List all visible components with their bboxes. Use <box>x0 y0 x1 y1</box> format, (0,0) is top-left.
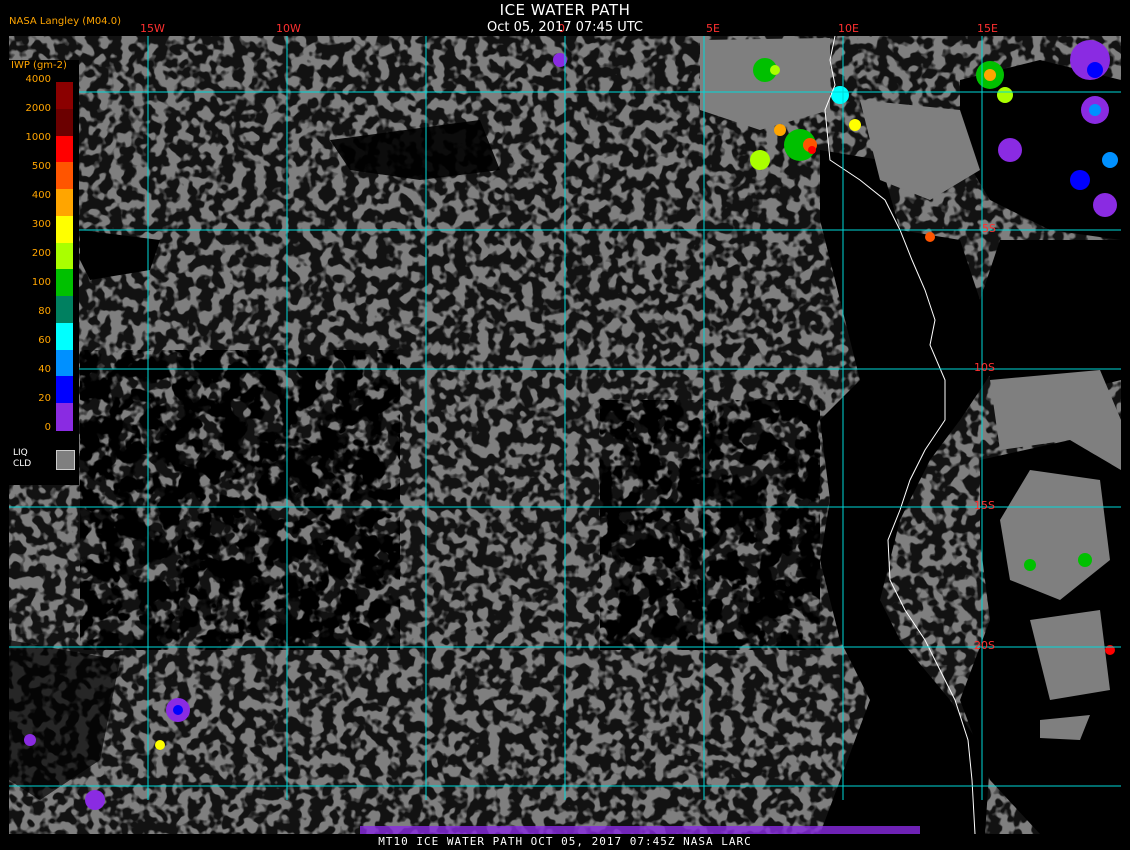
legend-label: 400 <box>31 190 51 201</box>
legend-label: 300 <box>31 219 51 230</box>
footer-caption: MT10 ICE WATER PATH OCT 05, 2017 07:45Z … <box>378 835 752 848</box>
legend-swatch <box>56 269 73 298</box>
legend-label: 500 <box>31 161 51 172</box>
legend-swatch <box>56 349 73 378</box>
liq-cloud-label: LIQ CLD <box>13 448 32 469</box>
legend-label: 4000 <box>25 74 51 85</box>
legend-swatch <box>56 322 73 351</box>
lat-label-15s: 15S <box>974 499 995 512</box>
page-title: ICE WATER PATH <box>499 1 631 19</box>
legend-label: 40 <box>38 364 51 375</box>
timestamp: Oct 05, 2017 07:45 UTC <box>487 20 643 35</box>
legend-swatch <box>56 242 73 271</box>
legend-label: 20 <box>38 393 51 404</box>
legend-label: 60 <box>38 335 51 346</box>
lat-label-20s: 20S <box>974 639 995 652</box>
color-legend: IWP (gm-2) 4000 2000 1000 500 400 300 200 100 80… <box>9 60 79 485</box>
legend-swatch <box>56 296 73 324</box>
legend-label: 0 <box>44 422 51 433</box>
legend-label: 1000 <box>25 132 51 143</box>
legend-label: 80 <box>38 306 51 317</box>
legend-swatch <box>56 215 73 244</box>
liq-cloud-swatch <box>56 450 75 470</box>
legend-swatch <box>56 162 73 191</box>
legend-swatch <box>56 82 73 110</box>
ice-water-path-map <box>9 36 1121 834</box>
lat-label-5s: 5S <box>982 222 996 235</box>
lat-label-10s: 10S <box>974 361 995 374</box>
legend-swatch <box>56 189 73 217</box>
legend-title: IWP (gm-2) <box>11 60 67 71</box>
legend-swatch <box>56 108 73 137</box>
legend-label: 2000 <box>25 103 51 114</box>
legend-swatch <box>56 135 73 164</box>
legend-label: 100 <box>31 277 51 288</box>
legend-label: 200 <box>31 248 51 259</box>
legend-swatch <box>56 376 73 405</box>
header: NASA Langley (M04.0) ICE WATER PATH Oct … <box>0 0 1130 36</box>
cloud-field <box>9 36 1121 834</box>
legend-swatch <box>56 403 73 431</box>
